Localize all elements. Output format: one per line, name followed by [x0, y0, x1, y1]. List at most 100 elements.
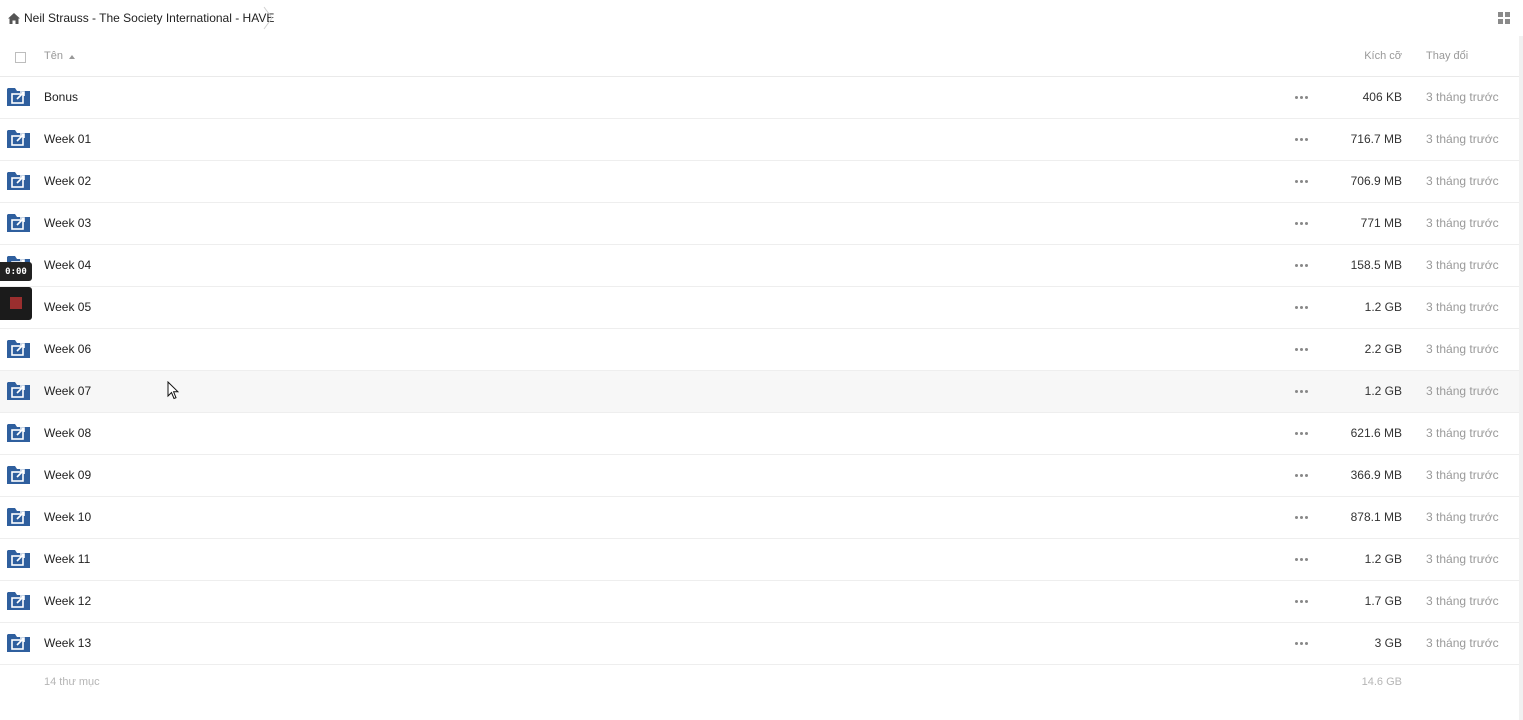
- shared-folder-icon: [7, 592, 30, 610]
- folder-name[interactable]: Week 06: [44, 342, 91, 356]
- folder-size: 1.2 GB: [1364, 552, 1402, 566]
- breadcrumb-folder[interactable]: Neil Strauss - The Society International…: [24, 11, 274, 25]
- shared-folder-icon: [7, 550, 30, 568]
- folder-row[interactable]: Week 01 716.7 MB 3 tháng trước: [0, 119, 1519, 161]
- file-list-header: Tên Kích cỡ Thay đổi: [0, 36, 1519, 77]
- folder-name[interactable]: Week 03: [44, 216, 91, 230]
- more-actions-icon[interactable]: [1295, 138, 1308, 142]
- folder-row[interactable]: Week 03 771 MB 3 tháng trước: [0, 203, 1519, 245]
- shared-folder-icon: [7, 424, 30, 442]
- folder-size: 2.2 GB: [1364, 342, 1402, 356]
- folder-size: 1.7 GB: [1364, 594, 1402, 608]
- folder-row[interactable]: Week 08 621.6 MB 3 tháng trước: [0, 413, 1519, 455]
- more-actions-icon[interactable]: [1295, 96, 1308, 100]
- folder-modified: 3 tháng trước: [1426, 468, 1499, 482]
- folder-size: 1.2 GB: [1364, 384, 1402, 398]
- folder-modified: 3 tháng trước: [1426, 90, 1499, 104]
- folder-row[interactable]: Bonus 406 KB 3 tháng trước: [0, 77, 1519, 119]
- folder-name[interactable]: Week 05: [44, 300, 91, 314]
- file-list: Bonus 406 KB 3 tháng trước Week 01 716.7 MB 3…: [0, 77, 1519, 665]
- folder-modified: 3 tháng trước: [1426, 342, 1499, 356]
- folder-modified: 3 tháng trước: [1426, 594, 1499, 608]
- stop-icon: [10, 297, 22, 309]
- more-actions-icon[interactable]: [1295, 558, 1308, 562]
- folder-modified: 3 tháng trước: [1426, 174, 1499, 188]
- more-actions-icon[interactable]: [1295, 348, 1308, 352]
- home-icon[interactable]: [8, 12, 20, 24]
- folder-name[interactable]: Week 11: [44, 552, 90, 566]
- more-actions-icon[interactable]: [1295, 432, 1308, 436]
- more-actions-icon[interactable]: [1295, 474, 1308, 478]
- folder-modified: 3 tháng trước: [1426, 384, 1499, 398]
- folder-row[interactable]: Week 11 1.2 GB 3 tháng trước: [0, 539, 1519, 581]
- folder-row[interactable]: Week 06 2.2 GB 3 tháng trước: [0, 329, 1519, 371]
- folder-size: 771 MB: [1360, 216, 1402, 230]
- folder-name[interactable]: Week 12: [44, 594, 91, 608]
- folder-modified: 3 tháng trước: [1426, 426, 1499, 440]
- folder-size: 1.2 GB: [1364, 300, 1402, 314]
- folder-size: 366.9 MB: [1350, 468, 1402, 482]
- folder-size: 621.6 MB: [1350, 426, 1402, 440]
- folder-row[interactable]: Week 07 1.2 GB 3 tháng trước: [0, 371, 1519, 413]
- total-size: 14.6 GB: [1361, 676, 1402, 688]
- folder-row[interactable]: Week 09 366.9 MB 3 tháng trước: [0, 455, 1519, 497]
- folder-row[interactable]: Week 05 1.2 GB 3 tháng trước: [0, 287, 1519, 329]
- top-bar: Neil Strauss - The Society International…: [0, 0, 1523, 36]
- summary-footer: 14 thư mục 14.6 GB: [0, 660, 1519, 704]
- folder-name[interactable]: Week 09: [44, 468, 91, 482]
- more-actions-icon[interactable]: [1295, 180, 1308, 184]
- shared-folder-icon: [7, 466, 30, 484]
- shared-folder-icon: [7, 214, 30, 232]
- folder-size: 406 KB: [1362, 90, 1402, 104]
- folder-modified: 3 tháng trước: [1426, 300, 1499, 314]
- sort-ascending-icon: [68, 54, 75, 59]
- folder-size: 716.7 MB: [1350, 132, 1402, 146]
- folder-modified: 3 tháng trước: [1426, 258, 1499, 272]
- more-actions-icon[interactable]: [1295, 390, 1308, 394]
- stop-recording-button[interactable]: [0, 287, 32, 320]
- name-column-label: Tên: [44, 50, 63, 62]
- breadcrumb-separator-icon: [263, 6, 273, 30]
- more-actions-icon[interactable]: [1295, 516, 1308, 520]
- more-actions-icon[interactable]: [1295, 222, 1308, 226]
- modified-column-header[interactable]: Thay đổi: [1426, 50, 1468, 62]
- folder-name[interactable]: Week 04: [44, 258, 91, 272]
- folder-row[interactable]: Week 13 3 GB 3 tháng trước: [0, 623, 1519, 665]
- folder-count: 14 thư mục: [44, 676, 100, 688]
- shared-folder-icon: [7, 382, 30, 400]
- folder-row[interactable]: Week 12 1.7 GB 3 tháng trước: [0, 581, 1519, 623]
- name-column-header[interactable]: Tên: [44, 50, 75, 62]
- folder-name[interactable]: Week 08: [44, 426, 91, 440]
- folder-modified: 3 tháng trước: [1426, 636, 1499, 650]
- more-actions-icon[interactable]: [1295, 264, 1308, 268]
- folder-name[interactable]: Week 10: [44, 510, 91, 524]
- folder-row[interactable]: Week 04 158.5 MB 3 tháng trước: [0, 245, 1519, 287]
- folder-modified: 3 tháng trước: [1426, 132, 1499, 146]
- shared-folder-icon: [7, 634, 30, 652]
- folder-modified: 3 tháng trước: [1426, 552, 1499, 566]
- folder-modified: 3 tháng trước: [1426, 510, 1499, 524]
- shared-folder-icon: [7, 508, 30, 526]
- mouse-cursor-icon: [167, 381, 179, 400]
- more-actions-icon[interactable]: [1295, 642, 1308, 646]
- more-actions-icon[interactable]: [1295, 306, 1308, 310]
- folder-name[interactable]: Bonus: [44, 90, 78, 104]
- shared-folder-icon: [7, 130, 30, 148]
- folder-size: 878.1 MB: [1350, 510, 1402, 524]
- more-actions-icon[interactable]: [1295, 600, 1308, 604]
- shared-folder-icon: [7, 340, 30, 358]
- grid-view-icon[interactable]: [1498, 12, 1510, 24]
- scrollbar[interactable]: [1519, 36, 1523, 720]
- folder-row[interactable]: Week 10 878.1 MB 3 tháng trước: [0, 497, 1519, 539]
- shared-folder-icon: [7, 88, 30, 106]
- size-column-header[interactable]: Kích cỡ: [1330, 50, 1402, 62]
- folder-size: 3 GB: [1374, 636, 1402, 650]
- folder-name[interactable]: Week 01: [44, 132, 91, 146]
- select-all-checkbox[interactable]: [15, 52, 26, 63]
- folder-name[interactable]: Week 02: [44, 174, 91, 188]
- folder-name[interactable]: Week 13: [44, 636, 91, 650]
- recording-timer: 0:00: [0, 262, 32, 281]
- folder-row[interactable]: Week 02 706.9 MB 3 tháng trước: [0, 161, 1519, 203]
- folder-name[interactable]: Week 07: [44, 384, 91, 398]
- breadcrumb[interactable]: Neil Strauss - The Society International…: [8, 10, 274, 26]
